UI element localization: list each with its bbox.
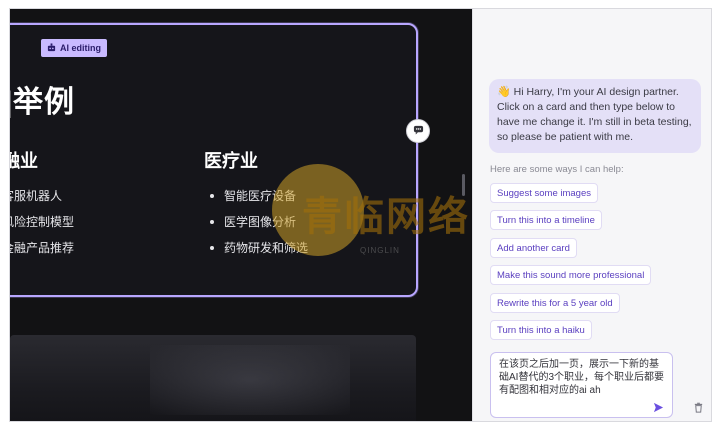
comment-button[interactable] [406,119,430,143]
column-heading-finance: 融业 [10,151,38,171]
wave-emoji: 👋 [497,86,511,98]
suggestion-add-card[interactable]: Add another card [490,238,577,258]
greeting-text: Hi Harry, I'm your AI design partner. Cl… [497,86,692,143]
list-item: 智能医疗设备 [210,183,308,209]
selected-card[interactable]: AI editing ]举例 融业 客服机器人 风险控制模型 金融产品推荐 医疗… [9,23,418,297]
ai-sparkle-icon [47,42,56,54]
card-title: ]举例 [9,86,75,119]
list-item: 药物研发和筛选 [210,235,308,261]
list-item: 客服机器人 [10,189,63,203]
list-item: 风险控制模型 [9,215,75,229]
app-window: AI editing ]举例 融业 客服机器人 风险控制模型 金融产品推荐 医疗… [9,8,712,422]
presentation-canvas[interactable]: AI editing ]举例 融业 客服机器人 风险控制模型 金融产品推荐 医疗… [10,9,471,421]
healthcare-list: 智能医疗设备 医学图像分析 药物研发和筛选 [210,183,308,261]
send-arrow-icon [653,400,664,418]
suggestion-five-year-old[interactable]: Rewrite this for a 5 year old [490,293,620,313]
suggestion-suggest-images[interactable]: Suggest some images [490,183,598,203]
list-item: 金融产品推荐 [9,241,75,255]
assistant-greeting-bubble: 👋 Hi Harry, I'm your AI design partner. … [489,79,701,153]
prompt-input[interactable]: 在该页之后加一页，展示一下新的基础AI替代的3个职业，每个职业后都要有配图和相对… [490,352,673,418]
panel-resize-handle[interactable] [462,174,465,196]
trash-icon [693,400,704,418]
next-card-preview[interactable] [10,335,416,421]
column-heading-healthcare: 医疗业 [204,151,258,171]
suggestion-haiku[interactable]: Turn this into a haiku [490,320,592,340]
send-button[interactable] [650,401,666,417]
suggestion-timeline[interactable]: Turn this into a timeline [490,210,602,230]
ai-badge-label: AI editing [60,43,101,53]
comment-icon [413,122,424,140]
help-label: Here are some ways I can help: [490,164,624,175]
ai-editing-badge: AI editing [41,39,107,57]
suggestion-professional[interactable]: Make this sound more professional [490,265,652,285]
list-item: 医学图像分析 [210,209,308,235]
finance-list: 客服机器人 风险控制模型 金融产品推荐 [9,183,75,261]
ai-assistant-panel: 👋 Hi Harry, I'm your AI design partner. … [472,9,711,421]
clear-button[interactable] [691,402,705,416]
